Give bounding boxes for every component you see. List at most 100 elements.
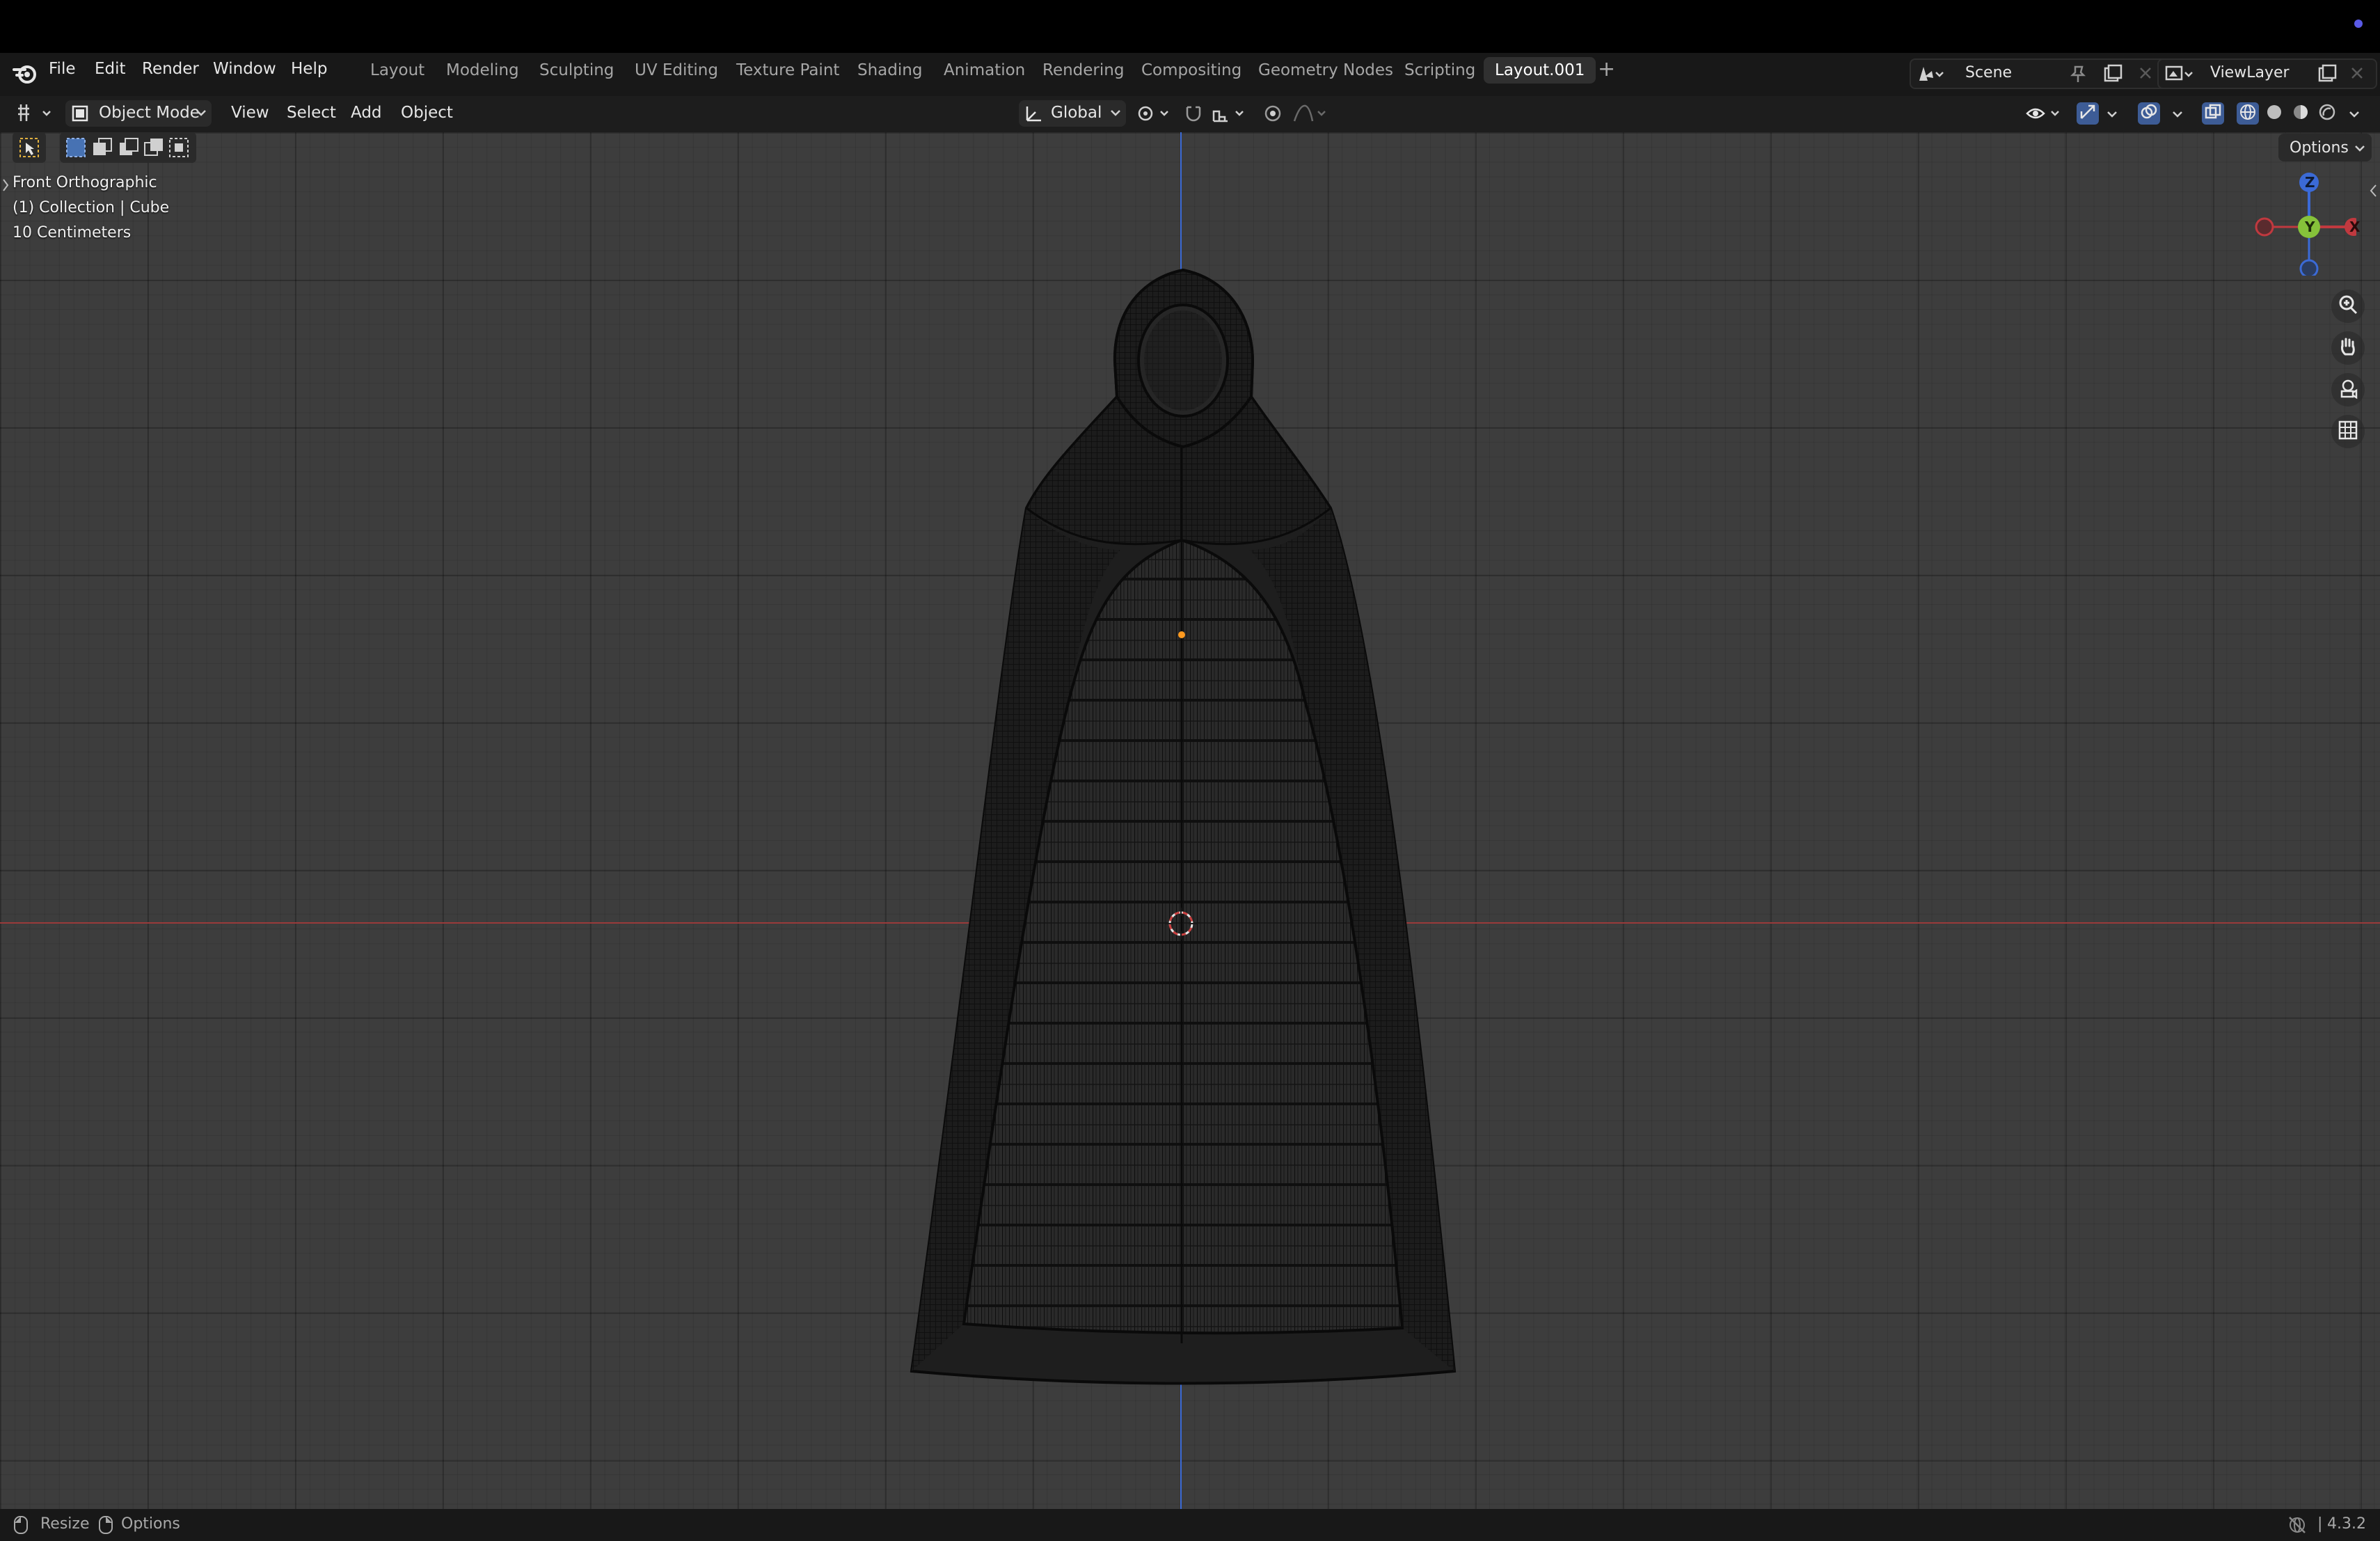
mode-label: Object Mode [99,104,200,122]
select-new-icon[interactable] [65,137,88,161]
scene-selector[interactable]: Scene [1910,58,2170,89]
tab-layout[interactable]: Layout [370,61,425,79]
tab-layout-001[interactable]: Layout.001 [1484,57,1596,84]
orientation-axes-icon [1023,104,1044,126]
overlays-toggle-button[interactable] [2138,102,2160,125]
resize-hint: Resize [40,1515,90,1533]
solid-sphere-icon [2265,103,2283,124]
camera-icon [2337,377,2359,402]
rendered-sphere-icon [2318,103,2336,124]
shading-material-button[interactable] [2290,102,2312,125]
snap-toggle-icon[interactable] [1183,103,1204,127]
tab-modeling[interactable]: Modeling [446,61,519,79]
tab-scripting[interactable]: Scripting [1404,61,1475,79]
menu-window[interactable]: Window [213,60,276,78]
select-intersect-icon[interactable] [168,137,191,161]
menu-file[interactable]: File [49,60,76,78]
navigation-gizmo[interactable]: Z Y X [2252,171,2363,278]
orientation-label: Global [1051,104,1102,122]
pivot-point-icon[interactable] [1136,103,1173,127]
options-dropdown[interactable]: Options [2278,134,2372,161]
scene-name[interactable]: Scene [1965,64,2012,81]
chevron-down-icon[interactable] [2348,108,2361,123]
remove-viewlayer-icon[interactable] [2348,64,2366,85]
editor-type-icon[interactable] [14,102,56,128]
visibility-eye-icon[interactable] [2025,103,2064,127]
select-subtract-icon[interactable] [118,137,141,161]
tab-compositing[interactable]: Compositing [1141,61,1241,79]
pan-button[interactable] [2331,331,2365,365]
new-viewlayer-icon[interactable] [2316,63,2338,88]
select-tool-button[interactable] [13,132,46,163]
shading-solid-button[interactable] [2263,102,2285,125]
viewlayer-name[interactable]: ViewLayer [2210,64,2290,81]
transform-orientation-selector[interactable]: Global [1019,100,1126,127]
collection-info-label: (1) Collection | Cube [13,199,170,216]
mode-selector[interactable]: Object Mode [65,100,212,127]
scale-info-label: 10 Centimeters [13,224,132,242]
menu-object[interactable]: Object [401,104,453,122]
tab-shading[interactable]: Shading [857,61,922,79]
add-workspace-button[interactable]: + [1598,57,1615,81]
viewport-header: Object Mode View Select Add Object Globa… [0,96,2380,132]
proportional-editing-icon[interactable] [1262,103,1283,127]
tab-rendering[interactable]: Rendering [1042,61,1124,79]
sidebar-toggle-icon[interactable] [2367,182,2379,202]
3d-cursor-icon[interactable] [1164,906,1198,944]
gizmo-z-label[interactable]: Z [2305,174,2315,191]
shading-rendered-button[interactable] [2316,102,2338,125]
gizmo-arrows-icon [2079,103,2097,124]
mouse-right-icon [97,1515,114,1538]
chevron-down-icon[interactable] [2171,108,2184,123]
zoom-magnifier-icon [2337,294,2359,319]
cloak-mesh-wireframe[interactable] [891,258,1475,1399]
mouse-left-icon [13,1515,29,1538]
object-mode-icon [70,104,90,126]
select-extend-icon[interactable] [92,137,114,161]
remove-scene-icon[interactable] [2136,64,2155,85]
blender-logo-icon[interactable] [13,61,38,88]
toolbar-toggle-icon[interactable] [1,177,10,196]
tab-uv-editing[interactable]: UV Editing [635,61,718,79]
menu-view[interactable]: View [231,104,269,122]
wireframe-sphere-icon [2239,103,2257,124]
zoom-button[interactable] [2331,290,2365,323]
network-off-icon[interactable] [2287,1515,2308,1538]
select-box-cursor-icon [18,136,40,161]
top-menu-bar: File Edit Render Window Help Layout Mode… [0,53,2380,96]
select-invert-icon[interactable] [143,137,166,161]
hand-icon [2337,335,2359,361]
axis-gizmo-icon [2255,173,2363,278]
tab-texture-paint[interactable]: Texture Paint [736,61,839,79]
new-scene-icon[interactable] [2102,63,2124,88]
gizmo-y-label[interactable]: Y [2305,219,2315,235]
tab-sculpting[interactable]: Sculpting [539,61,614,79]
gizmo-x-label[interactable]: X [2349,219,2360,235]
menu-add[interactable]: Add [351,104,382,122]
pin-icon[interactable] [2068,64,2088,86]
snap-target-icon[interactable] [1211,103,1253,127]
3d-viewport[interactable]: Front Orthographic (1) Collection | Cube… [0,132,2380,1509]
falloff-curve-icon[interactable] [1292,103,1331,127]
menu-render[interactable]: Render [142,60,199,78]
chevron-down-icon [1109,106,1122,122]
options-label: Options [2290,139,2349,157]
gizmo-toggle-button[interactable] [2077,102,2099,125]
tab-animation[interactable]: Animation [944,61,1025,79]
viewlayer-selector[interactable]: ViewLayer [2157,58,2377,89]
render-layers-icon [2164,64,2195,86]
tab-geometry-nodes[interactable]: Geometry Nodes [1258,61,1393,79]
version-label: 4.3.2 [2327,1515,2366,1533]
camera-view-button[interactable] [2331,373,2365,406]
menu-select[interactable]: Select [287,104,336,122]
toggle-projection-button[interactable] [2331,415,2365,448]
xray-toggle-button[interactable] [2202,102,2224,125]
shading-wireframe-button[interactable] [2237,102,2259,125]
chevron-down-icon[interactable] [2106,108,2118,123]
menu-help[interactable]: Help [291,60,327,78]
notification-dot-icon [2354,18,2363,31]
menu-edit[interactable]: Edit [95,60,126,78]
grid-icon [2337,419,2359,444]
options-hint: Options [121,1515,180,1533]
chevron-down-icon [195,106,207,122]
